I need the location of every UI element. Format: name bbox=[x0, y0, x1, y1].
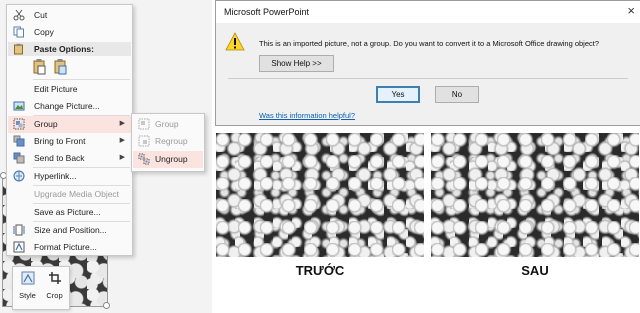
before-caption: TRƯỚC bbox=[295, 263, 345, 278]
dialog-separator bbox=[228, 78, 628, 79]
scissors-icon bbox=[13, 9, 25, 21]
regroup-icon bbox=[138, 135, 150, 147]
crop-button-label: Crop bbox=[46, 291, 63, 300]
menu-item-label: Change Picture... bbox=[34, 101, 100, 111]
dialog-titlebar[interactable]: Microsoft PowerPoint × bbox=[216, 1, 640, 23]
submenu-item-label: Group bbox=[155, 119, 179, 129]
submenu-arrow-icon: ▶ bbox=[119, 120, 125, 127]
close-icon[interactable]: × bbox=[627, 3, 635, 18]
submenu-arrow-icon: ▶ bbox=[119, 137, 125, 144]
convert-picture-dialog: Microsoft PowerPoint × This is an import… bbox=[215, 0, 640, 126]
menu-item-send-to-back[interactable]: Send to Back ▶ bbox=[8, 150, 131, 167]
copy-icon bbox=[13, 26, 24, 38]
submenu-item-label: Ungroup bbox=[155, 154, 188, 164]
change-picture-icon bbox=[13, 101, 25, 111]
style-button-label: Style bbox=[19, 291, 36, 300]
group-submenu: Group Regroup Ungroup bbox=[131, 113, 205, 172]
yes-button[interactable]: Yes bbox=[376, 86, 420, 103]
size-position-icon bbox=[13, 224, 25, 236]
after-image bbox=[431, 133, 639, 257]
submenu-item-ungroup[interactable]: Ungroup bbox=[133, 151, 203, 168]
after-caption: SAU bbox=[521, 263, 549, 278]
menu-item-label: Edit Picture bbox=[34, 84, 78, 94]
menu-item-upgrade-media-object: Upgrade Media Object bbox=[8, 186, 131, 203]
mini-toolbar: Style Crop bbox=[12, 266, 70, 310]
hyperlink-icon bbox=[13, 170, 25, 182]
menu-item-copy[interactable]: Copy bbox=[8, 24, 131, 41]
menu-item-label: Hyperlink... bbox=[34, 171, 77, 181]
paste-icon bbox=[14, 43, 23, 55]
paste-keep-format-icon[interactable] bbox=[32, 58, 47, 75]
menu-item-hyperlink[interactable]: Hyperlink... bbox=[8, 168, 131, 185]
no-button[interactable]: No bbox=[435, 86, 479, 103]
resize-handle[interactable] bbox=[103, 302, 110, 309]
ungroup-icon bbox=[138, 153, 150, 165]
before-image bbox=[216, 133, 424, 257]
style-icon bbox=[21, 271, 35, 285]
menu-item-save-as-picture[interactable]: Save as Picture... bbox=[8, 204, 131, 221]
submenu-arrow-icon: ▶ bbox=[119, 154, 125, 161]
menu-item-size-and-position[interactable]: Size and Position... bbox=[8, 222, 131, 239]
menu-item-label: Bring to Front bbox=[34, 136, 86, 146]
submenu-item-regroup: Regroup bbox=[133, 133, 203, 150]
menu-section-label: Paste Options: bbox=[34, 44, 94, 54]
send-back-icon bbox=[13, 152, 25, 164]
menu-item-label: Format Picture... bbox=[34, 242, 97, 252]
dialog-title: Microsoft PowerPoint bbox=[224, 7, 310, 17]
submenu-item-group: Group bbox=[133, 116, 203, 133]
menu-item-label: Cut bbox=[34, 10, 48, 20]
group-icon bbox=[138, 118, 150, 130]
menu-item-change-picture[interactable]: Change Picture... bbox=[8, 98, 131, 115]
submenu-item-label: Regroup bbox=[155, 136, 188, 146]
show-help-button[interactable]: Show Help >> bbox=[259, 55, 334, 72]
menu-item-cut[interactable]: Cut bbox=[8, 7, 131, 24]
context-menu: Cut Copy Paste Options: Edit Picture Cha… bbox=[6, 4, 133, 256]
paste-options-header: Paste Options: bbox=[8, 42, 131, 56]
warning-icon bbox=[225, 32, 245, 51]
crop-button[interactable]: Crop bbox=[42, 270, 67, 306]
menu-item-label: Copy bbox=[34, 27, 54, 37]
group-icon bbox=[13, 118, 25, 130]
style-button[interactable]: Style bbox=[15, 270, 40, 306]
menu-item-bring-to-front[interactable]: Bring to Front ▶ bbox=[8, 133, 131, 150]
menu-separator bbox=[33, 79, 130, 80]
menu-item-label: Size and Position... bbox=[34, 225, 107, 235]
dialog-message: This is an imported picture, not a group… bbox=[259, 39, 600, 48]
paste-as-picture-icon[interactable] bbox=[53, 58, 68, 75]
menu-item-label: Group bbox=[34, 119, 58, 129]
menu-item-label: Send to Back bbox=[34, 153, 85, 163]
feedback-link[interactable]: Was this information helpful? bbox=[259, 111, 355, 120]
menu-item-edit-picture[interactable]: Edit Picture bbox=[8, 81, 131, 98]
menu-item-label: Save as Picture... bbox=[34, 207, 101, 217]
menu-item-format-picture[interactable]: Format Picture... bbox=[8, 239, 131, 256]
menu-item-group[interactable]: Group ▶ bbox=[8, 116, 131, 133]
format-picture-icon bbox=[13, 241, 25, 253]
menu-item-label: Upgrade Media Object bbox=[34, 189, 120, 199]
crop-icon bbox=[49, 272, 61, 284]
bring-front-icon bbox=[13, 135, 25, 147]
